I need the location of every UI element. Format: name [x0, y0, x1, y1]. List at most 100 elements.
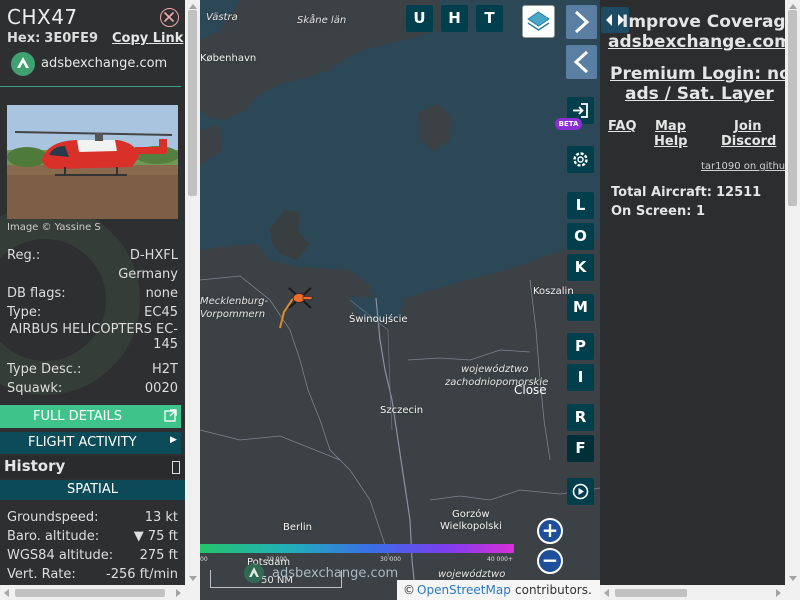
- divider: [0, 86, 181, 87]
- type-desc-label: Type Desc.:: [7, 362, 82, 377]
- copy-link-button[interactable]: Copy Link: [112, 31, 183, 46]
- spatial-label: SPATIAL: [66, 482, 119, 497]
- map-watermark: adsbexchange.com: [272, 566, 399, 581]
- flight-activity-label: FLIGHT ACTIVITY: [28, 435, 137, 450]
- left-panel-horizontal-scrollbar[interactable]: [0, 585, 200, 600]
- replay-icon: [572, 483, 589, 500]
- replay-button[interactable]: [567, 478, 594, 505]
- back-button[interactable]: [566, 45, 597, 79]
- map-view[interactable]: Västra Skåne län København Mecklenburg- …: [200, 0, 600, 600]
- faq-link[interactable]: FAQ: [608, 119, 637, 134]
- map-city-gorzow: Gorzów: [452, 509, 490, 520]
- aircraft-info-content: CHX47 Hex: 3E0FE9 Copy Link adsbexchange.…: [0, 0, 185, 585]
- map-city-kobenhavn: København: [200, 53, 257, 64]
- full-details-label: FULL DETAILS: [33, 409, 122, 424]
- close-map-overlay-button[interactable]: Close: [514, 383, 547, 397]
- scroll-right-icon[interactable]: [776, 589, 781, 597]
- photo-credit[interactable]: Image © Yassine S: [7, 222, 101, 233]
- scroll-up-icon[interactable]: [789, 4, 797, 9]
- squawk-value: 0020: [144, 381, 178, 396]
- altitude-tick-1: 20 000: [266, 556, 287, 563]
- zoom-out-button[interactable]: −: [537, 548, 563, 574]
- scroll-thumb[interactable]: [788, 10, 797, 206]
- groundspeed-label: Groundspeed:: [7, 510, 99, 525]
- beta-badge: BETA: [555, 118, 582, 130]
- attribution-text: contributors.: [515, 583, 592, 597]
- toggle-i-button[interactable]: I: [567, 364, 594, 391]
- join-discord-link-line2[interactable]: Discord: [721, 134, 776, 149]
- baro-altitude-value: ▼ 75 ft: [133, 529, 178, 544]
- settings-button[interactable]: [567, 146, 594, 173]
- history-header[interactable]: History: [0, 456, 185, 478]
- wgs84-altitude-label: WGS84 altitude:: [7, 548, 114, 563]
- join-discord-link[interactable]: Join: [734, 119, 761, 134]
- toggle-h-button[interactable]: H: [441, 5, 468, 32]
- forward-button[interactable]: [566, 5, 597, 39]
- premium-login-link[interactable]: Premium Login: no: [610, 64, 791, 84]
- altitude-tick-0: 00: [200, 556, 208, 563]
- left-panel-vertical-scrollbar[interactable]: [185, 0, 200, 585]
- aircraft-info-panel: CHX47 Hex: 3E0FE9 Copy Link adsbexchange.…: [0, 0, 200, 600]
- map-help-link[interactable]: Map: [655, 119, 686, 134]
- country-value: Germany: [118, 267, 178, 282]
- tar1090-github-link[interactable]: tar1090 on github: [701, 161, 792, 172]
- right-panel-vertical-scrollbar[interactable]: [785, 0, 800, 585]
- premium-login-link-line2[interactable]: ads / Sat. Layer: [625, 84, 774, 104]
- scroll-thumb[interactable]: [188, 10, 197, 196]
- toggle-f-button[interactable]: F: [567, 435, 594, 462]
- full-details-button[interactable]: FULL DETAILS: [0, 405, 181, 428]
- toggle-m-button[interactable]: M: [567, 294, 594, 321]
- toggle-p-button[interactable]: P: [567, 333, 594, 360]
- toggle-t-button[interactable]: T: [476, 5, 503, 32]
- zoom-in-button[interactable]: +: [537, 518, 563, 544]
- chevron-right-icon: ▶: [170, 435, 177, 445]
- openstreetmap-link[interactable]: OpenStreetMap: [417, 583, 511, 597]
- squawk-label: Squawk:: [7, 381, 63, 396]
- toggle-u-button[interactable]: U: [406, 5, 433, 32]
- toggle-k-button[interactable]: K: [567, 254, 594, 281]
- adsbexchange-logo-icon[interactable]: [11, 52, 35, 76]
- history-toggle-icon[interactable]: [172, 461, 180, 474]
- map-attribution: © OpenStreetMap contributors.: [397, 580, 600, 600]
- hex-row: Hex: 3E0FE9: [7, 31, 98, 46]
- map-label-wojewodztwo: województwo: [461, 364, 529, 375]
- layers-icon: [527, 11, 550, 31]
- close-panel-button[interactable]: [160, 8, 179, 27]
- toggle-r-button[interactable]: R: [567, 404, 594, 431]
- toggle-o-button[interactable]: O: [567, 223, 594, 250]
- scroll-thumb[interactable]: [615, 589, 687, 597]
- on-screen-value: 1: [696, 204, 706, 219]
- vert-rate-label: Vert. Rate:: [7, 567, 76, 582]
- scroll-thumb[interactable]: [15, 589, 165, 597]
- watermark-logo-icon: [244, 563, 264, 583]
- scroll-down-icon[interactable]: [789, 576, 797, 581]
- type-value: EC45: [144, 305, 178, 320]
- map-city-swinoujscie: Świnoujście: [349, 314, 408, 325]
- total-aircraft-value: 12511: [716, 185, 762, 200]
- map-label-mecklenburg: Mecklenburg-: [200, 296, 269, 307]
- hex-value: 3E0FE9: [44, 31, 99, 46]
- toggle-l-button[interactable]: L: [567, 192, 594, 219]
- map-help-link-line2[interactable]: Help: [654, 134, 687, 149]
- scroll-up-icon[interactable]: [189, 4, 197, 9]
- scroll-left-icon[interactable]: [604, 589, 609, 597]
- adsbexchange-url-link[interactable]: adsbexchange.com: [608, 32, 792, 52]
- map-city-berlin: Berlin: [283, 522, 313, 533]
- map-label-wojewodztwo-2: województwo: [438, 569, 506, 580]
- layers-button[interactable]: [522, 5, 555, 38]
- altitude-tick-2: 30 000: [380, 556, 401, 563]
- aircraft-photo[interactable]: [7, 105, 178, 219]
- flight-activity-button[interactable]: FLIGHT ACTIVITY ▶: [0, 432, 181, 454]
- scroll-left-icon[interactable]: [4, 589, 9, 597]
- chevron-right-icon: [574, 10, 590, 34]
- adsbexchange-link[interactable]: adsbexchange.com: [41, 56, 167, 71]
- gear-icon: [573, 152, 588, 167]
- scroll-down-icon[interactable]: [189, 576, 197, 581]
- scroll-right-icon[interactable]: [176, 589, 181, 597]
- aircraft-marker-icon[interactable]: [286, 284, 314, 312]
- improve-coverage-link[interactable]: Improve Coverage: [622, 12, 797, 32]
- baro-altitude-label: Baro. altitude:: [7, 529, 100, 544]
- site-info-panel: Improve Coverage adsbexchange.com Premiu…: [600, 0, 800, 600]
- right-panel-horizontal-scrollbar[interactable]: [600, 585, 800, 600]
- spatial-tab[interactable]: SPATIAL: [0, 480, 185, 500]
